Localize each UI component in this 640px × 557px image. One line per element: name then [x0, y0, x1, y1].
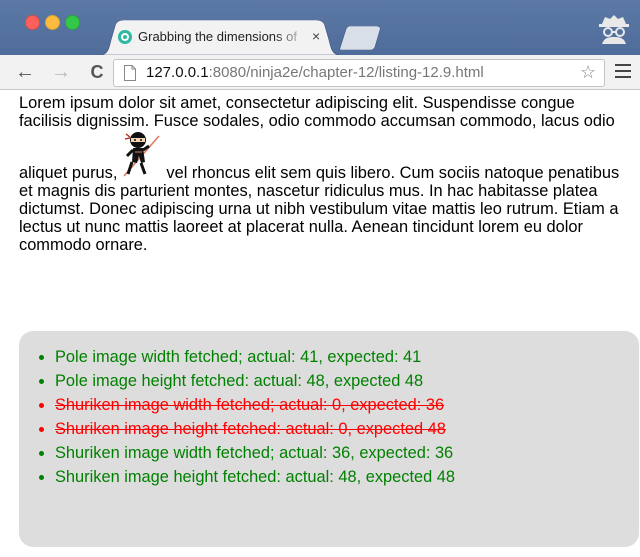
browser-window: Grabbing the dimensions of × ← → C 127.0…	[0, 0, 640, 557]
tab-title: Grabbing the dimensions of	[138, 29, 297, 44]
test-result-pass: Shuriken image width fetched; actual: 36…	[55, 441, 639, 465]
new-tab-button[interactable]	[338, 26, 384, 50]
test-results-box: Pole image width fetched; actual: 41, ex…	[19, 331, 639, 547]
ninja-pole-image	[123, 132, 161, 177]
tab-strip: Grabbing the dimensions of ×	[0, 0, 640, 55]
test-result-fail: Shuriken image width fetched; actual: 0,…	[55, 393, 639, 417]
minimize-window-button[interactable]	[45, 15, 60, 30]
tab-close-icon[interactable]: ×	[312, 27, 320, 45]
url-path: :8080/ninja2e/chapter-12/listing-12.9.ht…	[208, 64, 484, 81]
back-button[interactable]: ←	[14, 61, 36, 83]
test-result-pass: Shuriken image height fetched: actual: 4…	[55, 465, 639, 489]
test-result-pass: Pole image height fetched: actual: 48, e…	[55, 369, 639, 393]
incognito-icon	[599, 15, 629, 44]
lorem-paragraph: Lorem ipsum dolor sit amet, consectetur …	[19, 94, 631, 254]
address-bar[interactable]: 127.0.0.1:8080/ninja2e/chapter-12/listin…	[113, 59, 605, 87]
ninja-favicon-icon	[118, 30, 132, 44]
test-result-fail: Shuriken image height fetched: actual: 0…	[55, 417, 639, 441]
close-window-button[interactable]	[25, 15, 40, 30]
page-content: Lorem ipsum dolor sit amet, consectetur …	[0, 90, 640, 557]
forward-button[interactable]: →	[50, 61, 72, 83]
menu-icon[interactable]	[615, 64, 631, 80]
test-result-pass: Pole image width fetched; actual: 41, ex…	[55, 345, 639, 369]
url-host: 127.0.0.1	[146, 64, 209, 81]
tab-active[interactable]: Grabbing the dimensions of ×	[100, 20, 340, 55]
bookmark-star-icon[interactable]: ☆	[580, 62, 596, 83]
maximize-window-button[interactable]	[65, 15, 80, 30]
browser-toolbar: ← → C 127.0.0.1:8080/ninja2e/chapter-12/…	[0, 55, 640, 90]
url-text[interactable]: 127.0.0.1:8080/ninja2e/chapter-12/listin…	[146, 64, 484, 81]
page-icon	[124, 65, 136, 81]
test-results-list: Pole image width fetched; actual: 41, ex…	[19, 331, 639, 489]
reload-button[interactable]: C	[86, 61, 108, 83]
